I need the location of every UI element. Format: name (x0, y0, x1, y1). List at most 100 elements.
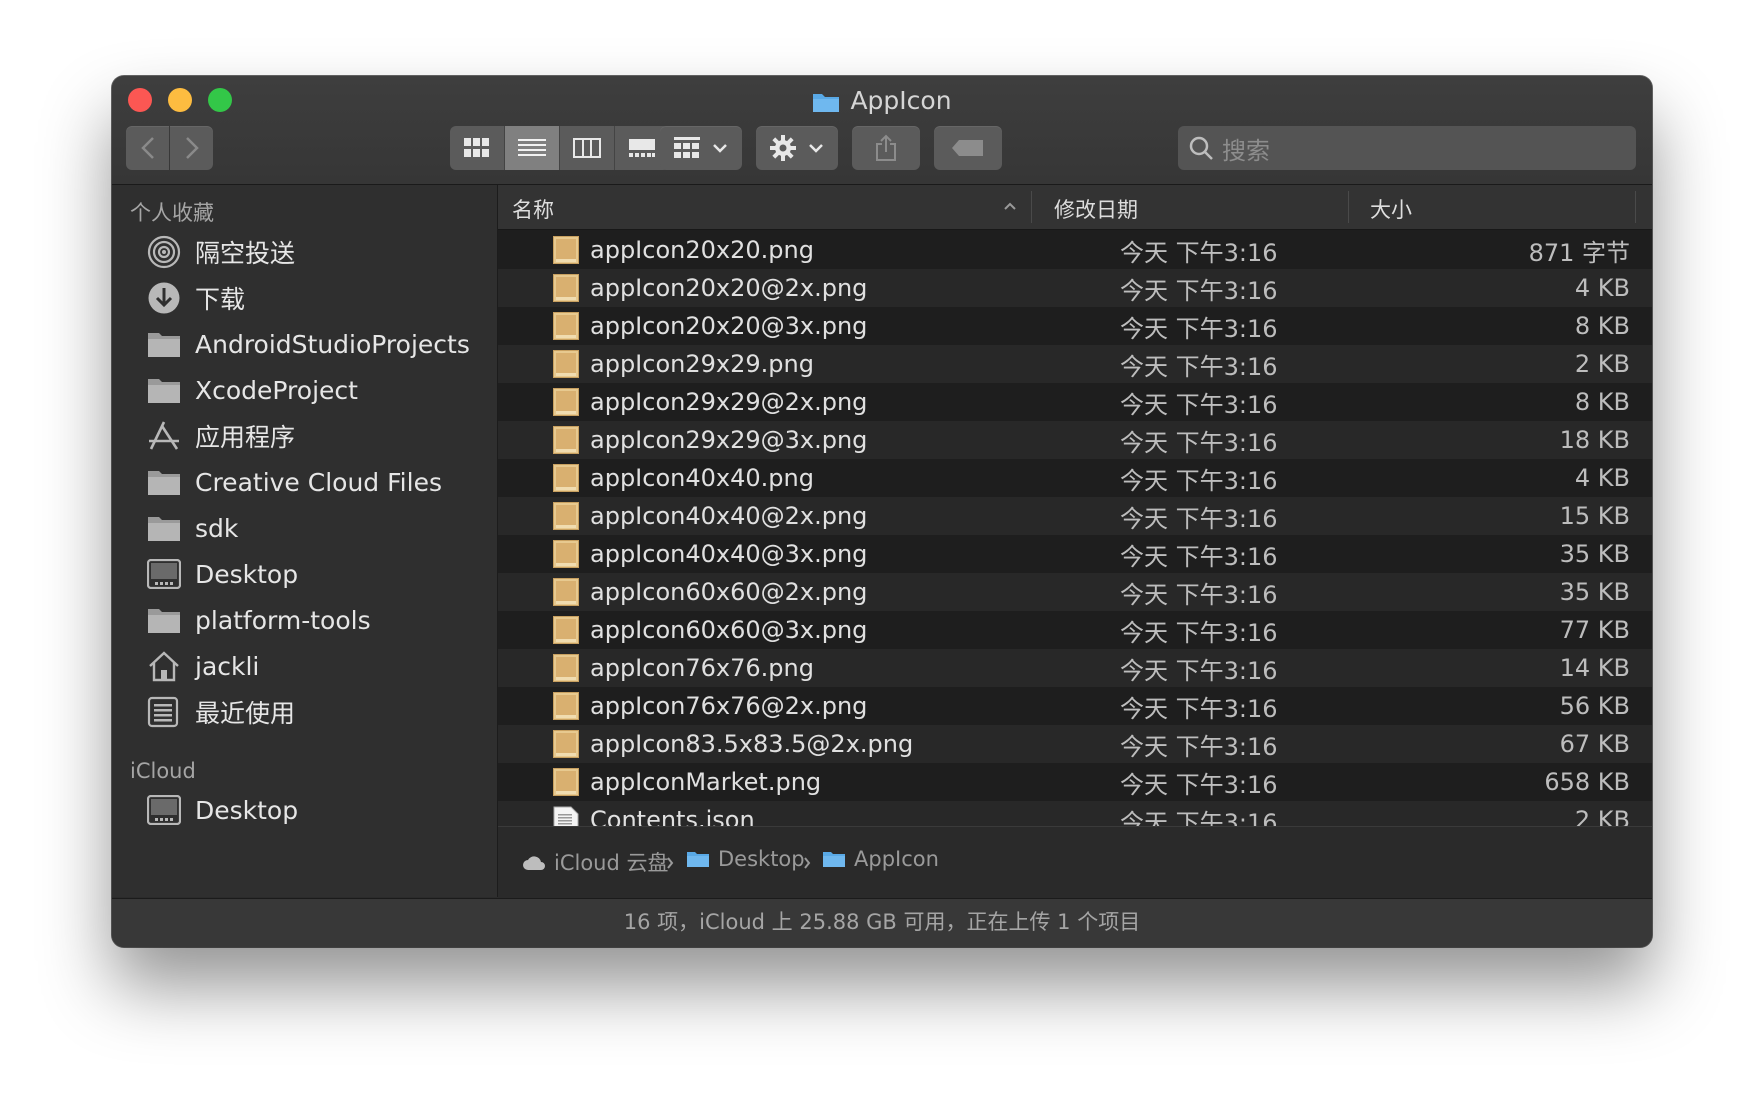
image-file-icon (553, 730, 579, 758)
file-date: 今天 下午3:16 (1120, 314, 1278, 343)
file-date: 今天 下午3:16 (1120, 238, 1278, 267)
folder-icon (147, 370, 187, 410)
column-header-name[interactable]: 名称 (512, 194, 554, 224)
column-header-date[interactable]: 修改日期 (1054, 194, 1138, 224)
desktop-icon (147, 790, 187, 830)
file-name: appIcon29x29.png (590, 350, 814, 378)
file-row[interactable]: appIcon20x20@2x.png 今天 下午3:16 4 KB (498, 269, 1652, 307)
column-header-size[interactable]: 大小 (1370, 194, 1412, 224)
file-name: appIcon20x20.png (590, 236, 814, 264)
file-row[interactable]: appIcon60x60@3x.png 今天 下午3:16 77 KB (498, 611, 1652, 649)
column-header: 名称 修改日期 大小 (498, 185, 1652, 230)
file-row[interactable]: appIcon40x40@3x.png 今天 下午3:16 35 KB (498, 535, 1652, 573)
image-file-icon (553, 274, 579, 302)
file-row[interactable]: appIcon40x40@2x.png 今天 下午3:16 15 KB (498, 497, 1652, 535)
tag-button[interactable] (934, 126, 1002, 170)
sidebar-item-creative-cloud-files[interactable]: Creative Cloud Files (147, 459, 442, 505)
column-divider[interactable] (1348, 191, 1349, 223)
forward-button[interactable] (170, 126, 213, 170)
file-list: 名称 修改日期 大小 appIcon20x20.png 今天 下午3:16 871 … (498, 185, 1652, 898)
sidebar-item-label: platform-tools (195, 605, 371, 635)
file-row[interactable]: appIcon76x76@2x.png 今天 下午3:16 56 KB (498, 687, 1652, 725)
sidebar-item-xcodeproject[interactable]: XcodeProject (147, 367, 358, 413)
file-name: appIcon83.5x83.5@2x.png (590, 730, 914, 758)
group-by-button[interactable] (660, 126, 742, 170)
sidebar-item-label: 下载 (195, 285, 246, 314)
path-item-appicon[interactable]: AppIcon (822, 847, 939, 871)
back-button[interactable] (126, 126, 169, 170)
group-icon (674, 137, 700, 158)
file-name: appIcon60x60@3x.png (590, 616, 868, 644)
sidebar-item-platform-tools[interactable]: platform-tools (147, 597, 371, 643)
sidebar-header-icloud: iCloud (130, 759, 196, 783)
sidebar-item-downloads[interactable]: 下载 (147, 275, 245, 321)
file-row[interactable]: appIcon60x60@2x.png 今天 下午3:16 35 KB (498, 573, 1652, 611)
column-view-button[interactable] (560, 126, 615, 170)
file-size: 35 KB (1559, 540, 1630, 568)
sidebar-item-label: Creative Cloud Files (195, 467, 442, 497)
sidebar-item-applications[interactable]: 应用程序 (147, 413, 295, 459)
sidebar: 个人收藏 隔空投送 下载 AndroidStudioProjects Xcode… (112, 185, 498, 897)
image-file-icon (553, 464, 579, 492)
chevron-down-icon (713, 144, 727, 153)
file-size: 14 KB (1559, 654, 1630, 682)
file-date: 今天 下午3:16 (1120, 390, 1278, 419)
home-icon (147, 646, 187, 686)
path-item-desktop[interactable]: Desktop (686, 847, 805, 871)
file-row[interactable]: appIcon76x76.png 今天 下午3:16 14 KB (498, 649, 1652, 687)
file-row[interactable]: appIcon29x29.png 今天 下午3:16 2 KB (498, 345, 1652, 383)
file-date: 今天 下午3:16 (1120, 276, 1278, 305)
file-row[interactable]: appIcon83.5x83.5@2x.png 今天 下午3:16 67 KB (498, 725, 1652, 763)
file-size: 4 KB (1574, 274, 1630, 302)
sidebar-item-jackli[interactable]: jackli (147, 643, 259, 689)
file-name: appIcon20x20@3x.png (590, 312, 868, 340)
file-row[interactable]: appIcon20x20.png 今天 下午3:16 871 字节 (498, 231, 1652, 269)
file-date: 今天 下午3:16 (1120, 770, 1278, 799)
column-divider[interactable] (1031, 191, 1032, 223)
sidebar-item-label: 应用程序 (195, 423, 296, 452)
file-name: appIcon29x29@2x.png (590, 388, 868, 416)
search-field[interactable]: 搜索 (1178, 126, 1636, 170)
sidebar-item-desktop[interactable]: Desktop (147, 551, 298, 597)
sidebar-item-airdrop[interactable]: 隔空投送 (147, 229, 295, 275)
file-size: 56 KB (1559, 692, 1630, 720)
view-mode-control (450, 126, 669, 170)
sidebar-item-icloud-desktop[interactable]: Desktop (147, 787, 298, 833)
image-file-icon (553, 692, 579, 720)
column-divider[interactable] (1635, 191, 1636, 223)
share-button[interactable] (852, 126, 920, 170)
sidebar-item-recents[interactable]: 最近使用 (147, 689, 295, 735)
file-row[interactable]: appIcon29x29@3x.png 今天 下午3:16 18 KB (498, 421, 1652, 459)
airdrop-icon (147, 232, 187, 272)
file-size: 658 KB (1544, 768, 1630, 796)
cloud-icon (523, 856, 545, 870)
chevron-right-icon (804, 857, 811, 869)
action-button[interactable] (756, 126, 838, 170)
file-size: 67 KB (1559, 730, 1630, 758)
sidebar-header-favorites: 个人收藏 (130, 201, 214, 225)
grid-icon (464, 138, 489, 157)
image-file-icon (553, 502, 579, 530)
file-name: appIcon40x40.png (590, 464, 814, 492)
search-placeholder: 搜索 (1222, 136, 1270, 165)
path-item-icloud[interactable]: iCloud 云盘 (522, 847, 669, 877)
file-date: 今天 下午3:16 (1120, 732, 1278, 761)
desktop-icon (147, 554, 187, 594)
file-date: 今天 下午3:16 (1120, 352, 1278, 381)
file-row[interactable]: appIcon40x40.png 今天 下午3:16 4 KB (498, 459, 1652, 497)
file-row[interactable]: appIconMarket.png 今天 下午3:16 658 KB (498, 763, 1652, 801)
icon-view-button[interactable] (450, 126, 505, 170)
folder-icon (147, 462, 187, 502)
image-file-icon (553, 426, 579, 454)
file-date: 今天 下午3:16 (1120, 656, 1278, 685)
sidebar-item-label: Desktop (195, 795, 299, 825)
share-icon (876, 134, 896, 161)
file-row[interactable]: appIcon29x29@2x.png 今天 下午3:16 8 KB (498, 383, 1652, 421)
sidebar-item-androidstudioprojects[interactable]: AndroidStudioProjects (147, 321, 470, 367)
list-view-button[interactable] (505, 126, 560, 170)
folder-icon (823, 852, 845, 867)
sidebar-item-sdk[interactable]: sdk (147, 505, 238, 551)
image-file-icon (553, 578, 579, 606)
file-row[interactable]: appIcon20x20@3x.png 今天 下午3:16 8 KB (498, 307, 1652, 345)
image-file-icon (553, 616, 579, 644)
